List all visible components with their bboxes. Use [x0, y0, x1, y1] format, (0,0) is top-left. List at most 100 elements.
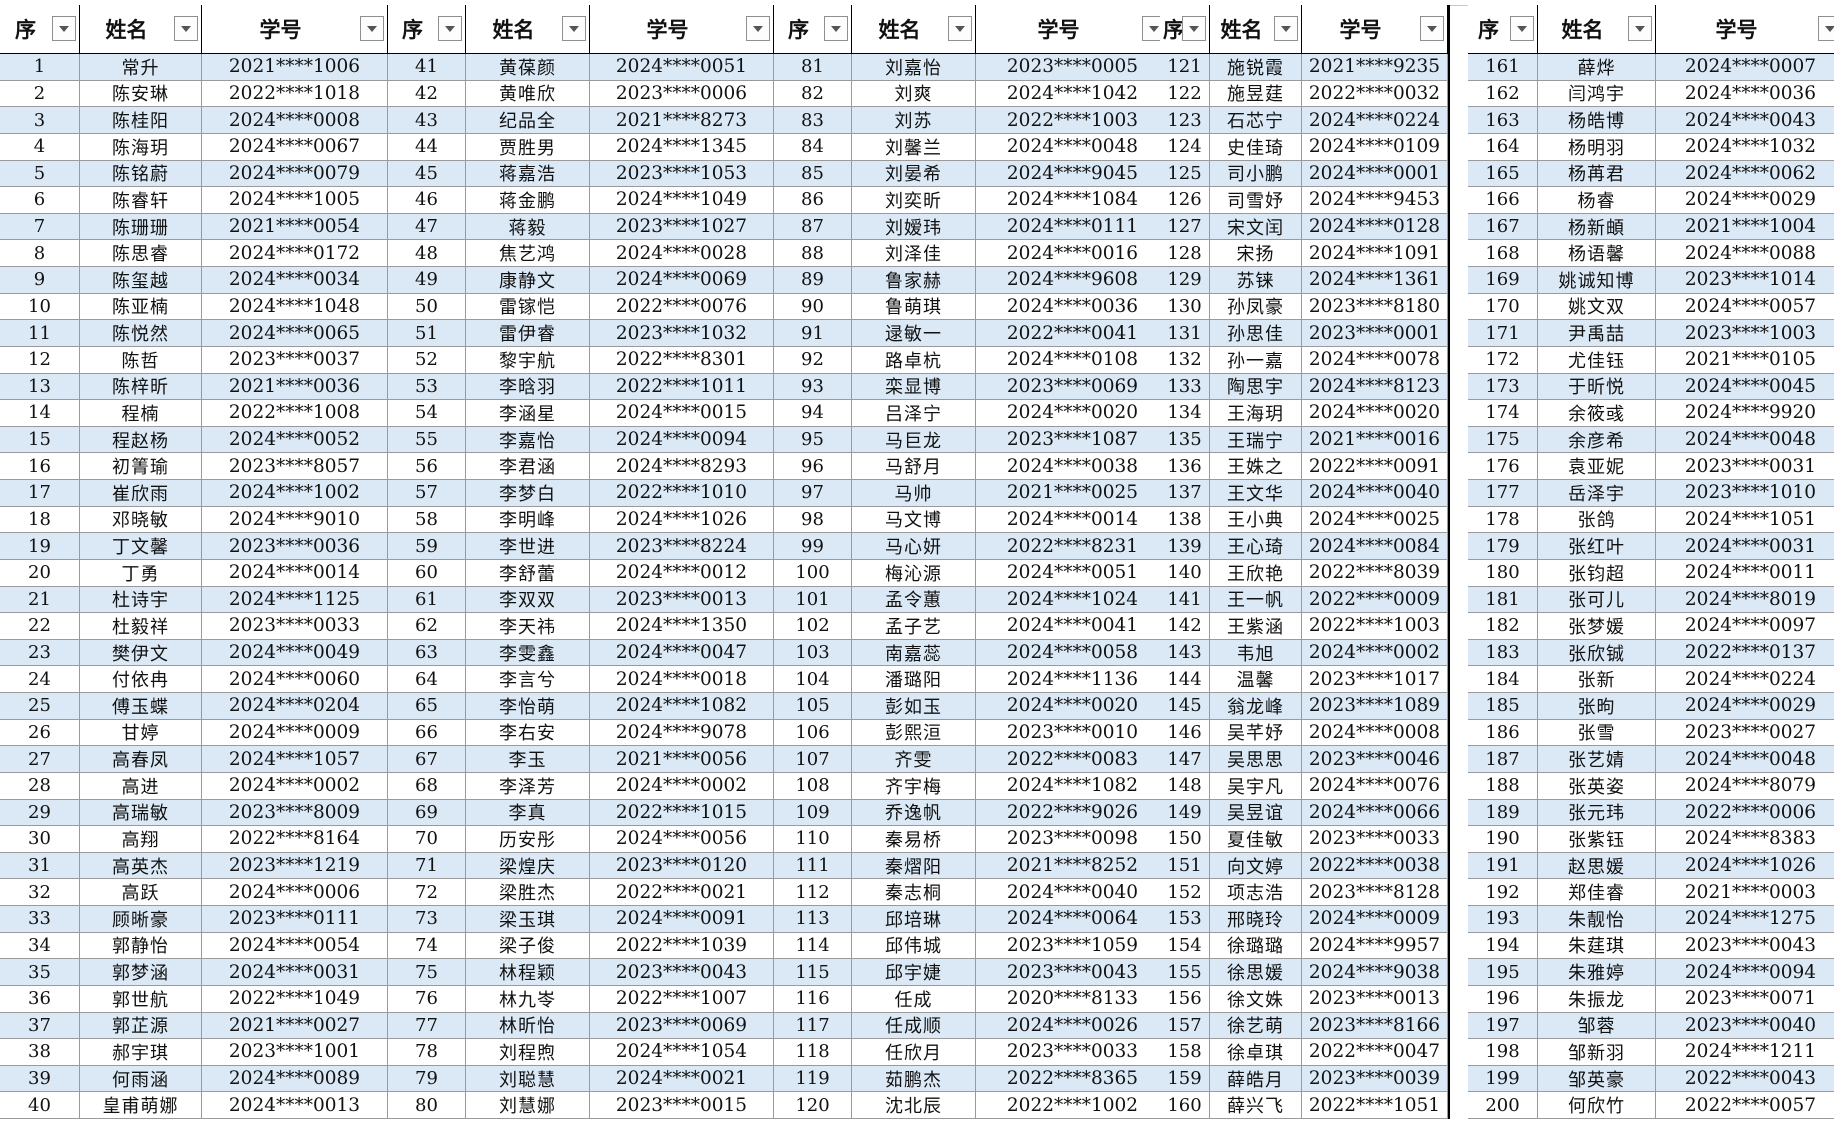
- table-row[interactable]: 28 高进 2024****0002: [0, 772, 388, 800]
- table-row[interactable]: 119 茹鹏杰 2022****8365: [774, 1065, 1170, 1093]
- table-row[interactable]: 11 陈悦然 2024****0065: [0, 320, 388, 347]
- cell-name[interactable]: 丁文馨: [80, 533, 202, 559]
- cell-id[interactable]: 2023****0043: [1656, 933, 1834, 959]
- cell-id[interactable]: 2024****1084: [976, 187, 1170, 213]
- table-row[interactable]: 131 孙思佳 2023****0001: [1160, 320, 1448, 347]
- table-row[interactable]: 9 陈玺越 2024****0034: [0, 267, 388, 294]
- cell-seq[interactable]: 151: [1160, 852, 1210, 879]
- cell-seq[interactable]: 183: [1468, 639, 1538, 666]
- cell-id[interactable]: 2022****8231: [976, 533, 1170, 559]
- table-row[interactable]: 38 郝宇琪 2023****1001: [0, 1039, 388, 1066]
- filter-dropdown-icon[interactable]: [360, 16, 384, 41]
- cell-name[interactable]: 陶思宇: [1210, 373, 1302, 400]
- cell-name[interactable]: 南嘉蕊: [852, 639, 976, 666]
- cell-seq[interactable]: 2: [0, 80, 80, 107]
- cell-seq[interactable]: 106: [774, 719, 852, 746]
- cell-id[interactable]: 2024****0038: [976, 453, 1170, 479]
- cell-name[interactable]: 高翔: [80, 826, 202, 852]
- cell-seq[interactable]: 92: [774, 346, 852, 373]
- filter-dropdown-icon[interactable]: [174, 16, 198, 41]
- table-row[interactable]: 185 张昫 2024****0029: [1468, 693, 1834, 720]
- filter-dropdown-icon[interactable]: [438, 16, 462, 41]
- cell-seq[interactable]: 29: [0, 799, 80, 826]
- cell-name[interactable]: 陈安琳: [80, 80, 202, 107]
- cell-id[interactable]: 2023****0043: [590, 959, 774, 985]
- cell-name[interactable]: 吴思思: [1210, 746, 1302, 772]
- cell-id[interactable]: 2023****1059: [976, 932, 1170, 959]
- table-row[interactable]: 65 李怡萌 2024****1082: [388, 693, 774, 720]
- table-row[interactable]: 69 李真 2022****1015: [388, 799, 774, 827]
- cell-id[interactable]: 2022****8164: [202, 826, 388, 852]
- cell-id[interactable]: 2024****1026: [590, 506, 774, 533]
- cell-seq[interactable]: 22: [0, 613, 80, 639]
- cell-id[interactable]: 2024****0009: [202, 719, 388, 746]
- cell-id[interactable]: 2022****0083: [976, 746, 1170, 772]
- table-row[interactable]: 173 于昕悦 2024****0045: [1468, 373, 1834, 401]
- cell-seq[interactable]: 167: [1468, 213, 1538, 240]
- cell-name[interactable]: 司雪妤: [1210, 187, 1302, 213]
- cell-name[interactable]: 张艺婧: [1538, 746, 1656, 772]
- table-row[interactable]: 196 朱振龙 2023****0071: [1468, 985, 1834, 1013]
- cell-name[interactable]: 陈梓昕: [80, 373, 202, 400]
- cell-name[interactable]: 茹鹏杰: [852, 1065, 976, 1092]
- table-row[interactable]: 197 邹蓉 2023****0040: [1468, 1012, 1834, 1040]
- cell-name[interactable]: 马心妍: [852, 533, 976, 559]
- cell-name[interactable]: 李天祎: [466, 613, 590, 639]
- cell-seq[interactable]: 107: [774, 746, 852, 772]
- cell-name[interactable]: 夏佳敏: [1210, 826, 1302, 852]
- table-row[interactable]: 140 王欣艳 2022****8039: [1160, 559, 1448, 587]
- cell-name[interactable]: 樊伊文: [80, 639, 202, 666]
- table-row[interactable]: 97 马帅 2021****0025: [774, 480, 1170, 507]
- cell-name[interactable]: 梁玉琪: [466, 906, 590, 932]
- cell-name[interactable]: 彭如玉: [852, 693, 976, 719]
- cell-name[interactable]: 刘晏希: [852, 160, 976, 187]
- cell-seq[interactable]: 193: [1468, 906, 1538, 932]
- cell-name[interactable]: 陈哲: [80, 346, 202, 373]
- cell-name[interactable]: 黄唯欣: [466, 80, 590, 107]
- cell-name[interactable]: 于昕悦: [1538, 373, 1656, 400]
- cell-name[interactable]: 邢晓玲: [1210, 906, 1302, 932]
- cell-name[interactable]: 石芯宁: [1210, 107, 1302, 133]
- cell-seq[interactable]: 35: [0, 959, 80, 985]
- cell-id[interactable]: 2023****0111: [202, 906, 388, 932]
- cell-id[interactable]: 2024****0076: [1302, 772, 1448, 799]
- cell-id[interactable]: 2022****0006: [1656, 800, 1834, 826]
- cell-id[interactable]: 2024****0040: [976, 879, 1170, 905]
- table-row[interactable]: 89 鲁家赫 2024****9608: [774, 267, 1170, 294]
- table-row[interactable]: 24 付依冉 2024****0060: [0, 666, 388, 693]
- cell-id[interactable]: 2024****0020: [976, 693, 1170, 719]
- cell-id[interactable]: 2023****0069: [976, 373, 1170, 400]
- cell-seq[interactable]: 32: [0, 879, 80, 905]
- cell-seq[interactable]: 72: [388, 879, 466, 905]
- cell-id[interactable]: 2024****0108: [976, 346, 1170, 373]
- cell-name[interactable]: 王文华: [1210, 480, 1302, 506]
- table-row[interactable]: 198 邹新羽 2024****1211: [1468, 1039, 1834, 1066]
- cell-name[interactable]: 林昕怡: [466, 1012, 590, 1039]
- cell-id[interactable]: 2024****0057: [1656, 294, 1834, 320]
- filter-dropdown-icon[interactable]: [1420, 16, 1444, 41]
- cell-name[interactable]: 李真: [466, 799, 590, 826]
- table-row[interactable]: 150 夏佳敏 2023****0033: [1160, 826, 1448, 853]
- cell-seq[interactable]: 156: [1160, 985, 1210, 1012]
- table-row[interactable]: 137 王文华 2024****0040: [1160, 480, 1448, 507]
- table-row[interactable]: 187 张艺婧 2024****0048: [1468, 746, 1834, 773]
- cell-id[interactable]: 2024****0062: [1656, 161, 1834, 187]
- cell-id[interactable]: 2024****9957: [1302, 932, 1448, 959]
- cell-id[interactable]: 2024****0065: [202, 320, 388, 346]
- cell-seq[interactable]: 9: [0, 267, 80, 293]
- filter-dropdown-icon[interactable]: [52, 16, 76, 41]
- cell-seq[interactable]: 179: [1468, 533, 1538, 559]
- cell-name[interactable]: 孙一嘉: [1210, 346, 1302, 373]
- cell-name[interactable]: 司小鹏: [1210, 160, 1302, 187]
- cell-id[interactable]: 2023****1053: [590, 160, 774, 187]
- table-row[interactable]: 10 陈亚楠 2024****1048: [0, 293, 388, 321]
- cell-seq[interactable]: 60: [388, 559, 466, 586]
- cell-seq[interactable]: 26: [0, 719, 80, 746]
- cell-seq[interactable]: 137: [1160, 480, 1210, 506]
- cell-name[interactable]: 宋扬: [1210, 240, 1302, 266]
- table-row[interactable]: 71 梁煌庆 2023****0120: [388, 852, 774, 880]
- cell-seq[interactable]: 20: [0, 559, 80, 586]
- table-row[interactable]: 25 傅玉蝶 2024****0204: [0, 693, 388, 720]
- table-row[interactable]: 157 徐艺萌 2023****8166: [1160, 1012, 1448, 1040]
- cell-name[interactable]: 李言兮: [466, 666, 590, 692]
